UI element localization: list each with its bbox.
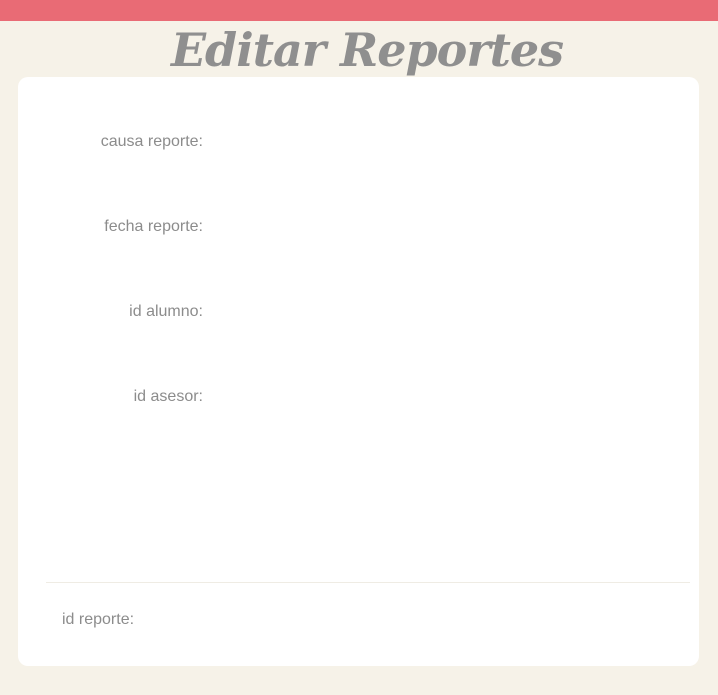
id-alumno-label: id alumno: [129,303,203,320]
id-asesor-input[interactable] [214,382,678,414]
causa-reporte-input[interactable] [214,127,678,159]
form-divider [46,582,690,583]
fecha-reporte-label: fecha reporte: [104,218,203,235]
id-reporte-label: id reporte: [62,611,135,628]
edit-report-form: causa reporte: fecha reporte: id alumno:… [18,77,699,666]
id-reporte-row: id reporte: [18,605,699,637]
id-reporte-input[interactable] [144,605,448,637]
id-alumno-input[interactable] [214,297,678,329]
fecha-reporte-row: fecha reporte: [18,212,699,244]
page-title: Editar Reportes [171,23,564,77]
fecha-reporte-input[interactable] [214,212,678,244]
causa-reporte-label: causa reporte: [100,133,203,150]
id-alumno-row: id alumno: [18,297,699,329]
causa-reporte-row: causa reporte: [18,127,699,159]
id-asesor-row: id asesor: [18,382,699,414]
id-asesor-label: id asesor: [133,388,203,405]
